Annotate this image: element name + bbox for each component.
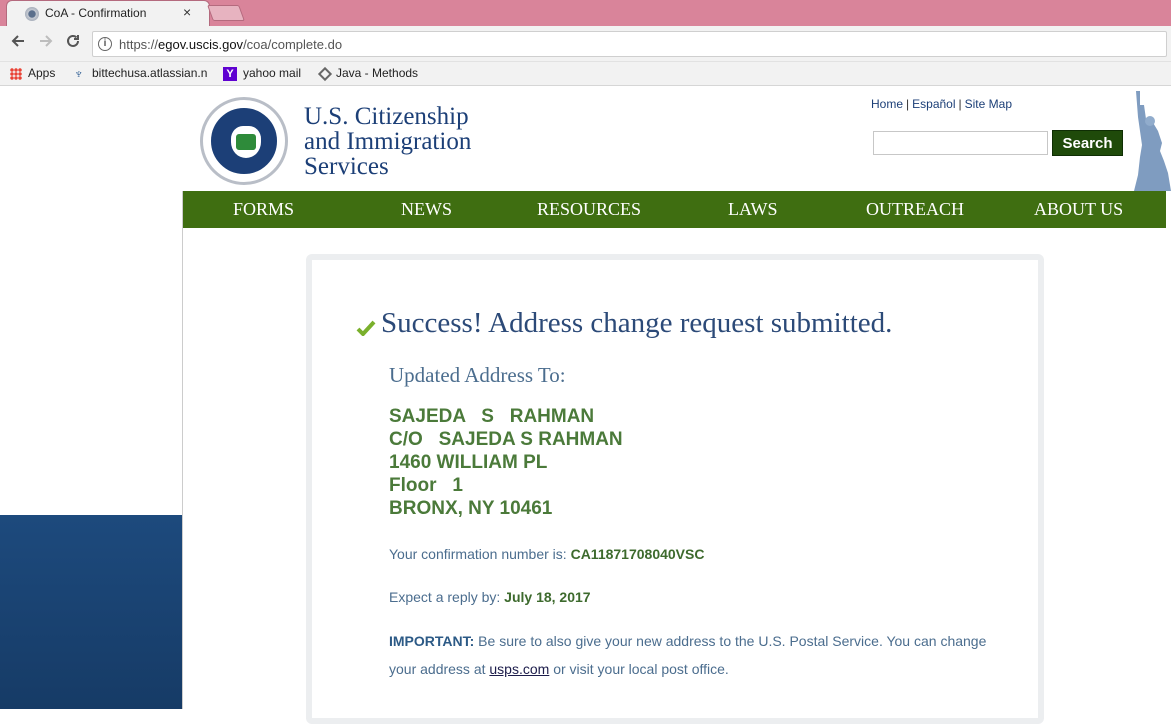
address-bar[interactable]: i https://egov.uscis.gov/coa/complete.do xyxy=(92,31,1167,57)
bookmarks-bar: Apps ♆ bittechusa.atlassian.n Yyahoo mail… xyxy=(0,62,1171,86)
bookmark-atlassian[interactable]: ♆ bittechusa.atlassian.n xyxy=(74,66,207,82)
atlassian-icon: ♆ xyxy=(74,65,84,81)
seal-emblem xyxy=(209,106,279,176)
confirmation-number: CA11871708040VSC xyxy=(570,546,705,562)
nav-about-us[interactable]: ABOUT US xyxy=(1034,191,1123,228)
separator: | xyxy=(958,97,962,111)
apps-grid-icon xyxy=(10,67,22,80)
tab-close-icon[interactable]: × xyxy=(183,4,191,20)
main-navigation: FORMS NEWS RESOURCES LAWS OUTREACH ABOUT… xyxy=(183,191,1166,228)
agency-line-1: U.S. Citizenship xyxy=(304,103,469,130)
reply-date: July 18, 2017 xyxy=(504,589,591,605)
search-button[interactable]: Search xyxy=(1052,130,1123,156)
left-decorative-band xyxy=(0,515,183,709)
browser-toolbar: i https://egov.uscis.gov/coa/complete.do xyxy=(0,26,1171,62)
confirmation-number-label: Your confirmation number is: xyxy=(389,546,571,562)
important-label: IMPORTANT: xyxy=(389,633,475,649)
dhs-favicon-icon xyxy=(25,7,39,21)
site-map-link[interactable]: Site Map xyxy=(965,97,1012,111)
page-content: U.S. Citizenship and Immigration Service… xyxy=(0,87,1171,724)
address-line-city: BRONX, NY 10461 xyxy=(389,498,553,519)
address-line-street: 1460 WILLIAM PL xyxy=(389,452,548,473)
agency-line-2: and Immigration xyxy=(304,128,472,155)
agency-name[interactable]: U.S. Citizenship and Immigration Service… xyxy=(304,104,471,179)
nav-resources[interactable]: RESOURCES xyxy=(537,191,641,228)
important-notice: IMPORTANT: Be sure to also give your new… xyxy=(389,627,1009,683)
bookmark-apps[interactable]: Apps xyxy=(10,66,55,82)
utility-links: Home | Español | Site Map xyxy=(871,97,1012,111)
agency-line-3: Services xyxy=(304,153,389,180)
nav-laws[interactable]: LAWS xyxy=(728,191,778,228)
address-line-floor: Floor 1 xyxy=(389,475,463,496)
nav-forms[interactable]: FORMS xyxy=(233,191,294,228)
home-link[interactable]: Home xyxy=(871,97,903,111)
reload-icon[interactable] xyxy=(63,33,83,53)
forward-arrow-icon[interactable] xyxy=(36,33,56,53)
diamond-icon xyxy=(317,66,333,81)
usps-link[interactable]: usps.com xyxy=(489,661,549,677)
tab-strip: CoA - Confirmation × xyxy=(0,0,1171,26)
yahoo-icon: Y xyxy=(223,66,237,81)
checkmark-icon xyxy=(356,320,376,336)
important-text-2: or visit your local post office. xyxy=(549,661,729,677)
info-icon[interactable]: i xyxy=(98,37,112,51)
back-arrow-icon[interactable] xyxy=(8,33,28,53)
address-line-care-of: C/O SAJEDA S RAHMAN xyxy=(389,429,623,450)
reply-date-row: Expect a reply by: July 18, 2017 xyxy=(389,589,591,605)
address-line-name: SAJEDA S RAHMAN xyxy=(389,406,595,427)
bookmark-yahoo-mail[interactable]: Yyahoo mail xyxy=(223,66,301,82)
content-border xyxy=(182,191,183,709)
url-text: https://egov.uscis.gov/coa/complete.do xyxy=(119,37,343,52)
confirmation-number-row: Your confirmation number is: CA118717080… xyxy=(389,546,704,562)
nav-news[interactable]: NEWS xyxy=(401,191,452,228)
success-heading: Success! Address change request submitte… xyxy=(381,307,893,339)
new-tab-button[interactable] xyxy=(207,5,245,21)
shield-icon xyxy=(236,134,256,150)
reply-date-label: Expect a reply by: xyxy=(389,589,505,605)
updated-address-label: Updated Address To: xyxy=(389,363,566,387)
espanol-link[interactable]: Español xyxy=(912,97,955,111)
search-input[interactable] xyxy=(873,131,1048,155)
nav-outreach[interactable]: OUTREACH xyxy=(866,191,964,228)
statue-of-liberty-icon xyxy=(1134,91,1171,191)
separator: | xyxy=(906,97,910,111)
bookmark-java-methods[interactable]: Java - Methods xyxy=(317,66,418,82)
tab-title: CoA - Confirmation xyxy=(45,6,147,20)
browser-tab[interactable]: CoA - Confirmation × xyxy=(6,0,210,26)
dhs-seal-logo[interactable] xyxy=(200,97,288,185)
